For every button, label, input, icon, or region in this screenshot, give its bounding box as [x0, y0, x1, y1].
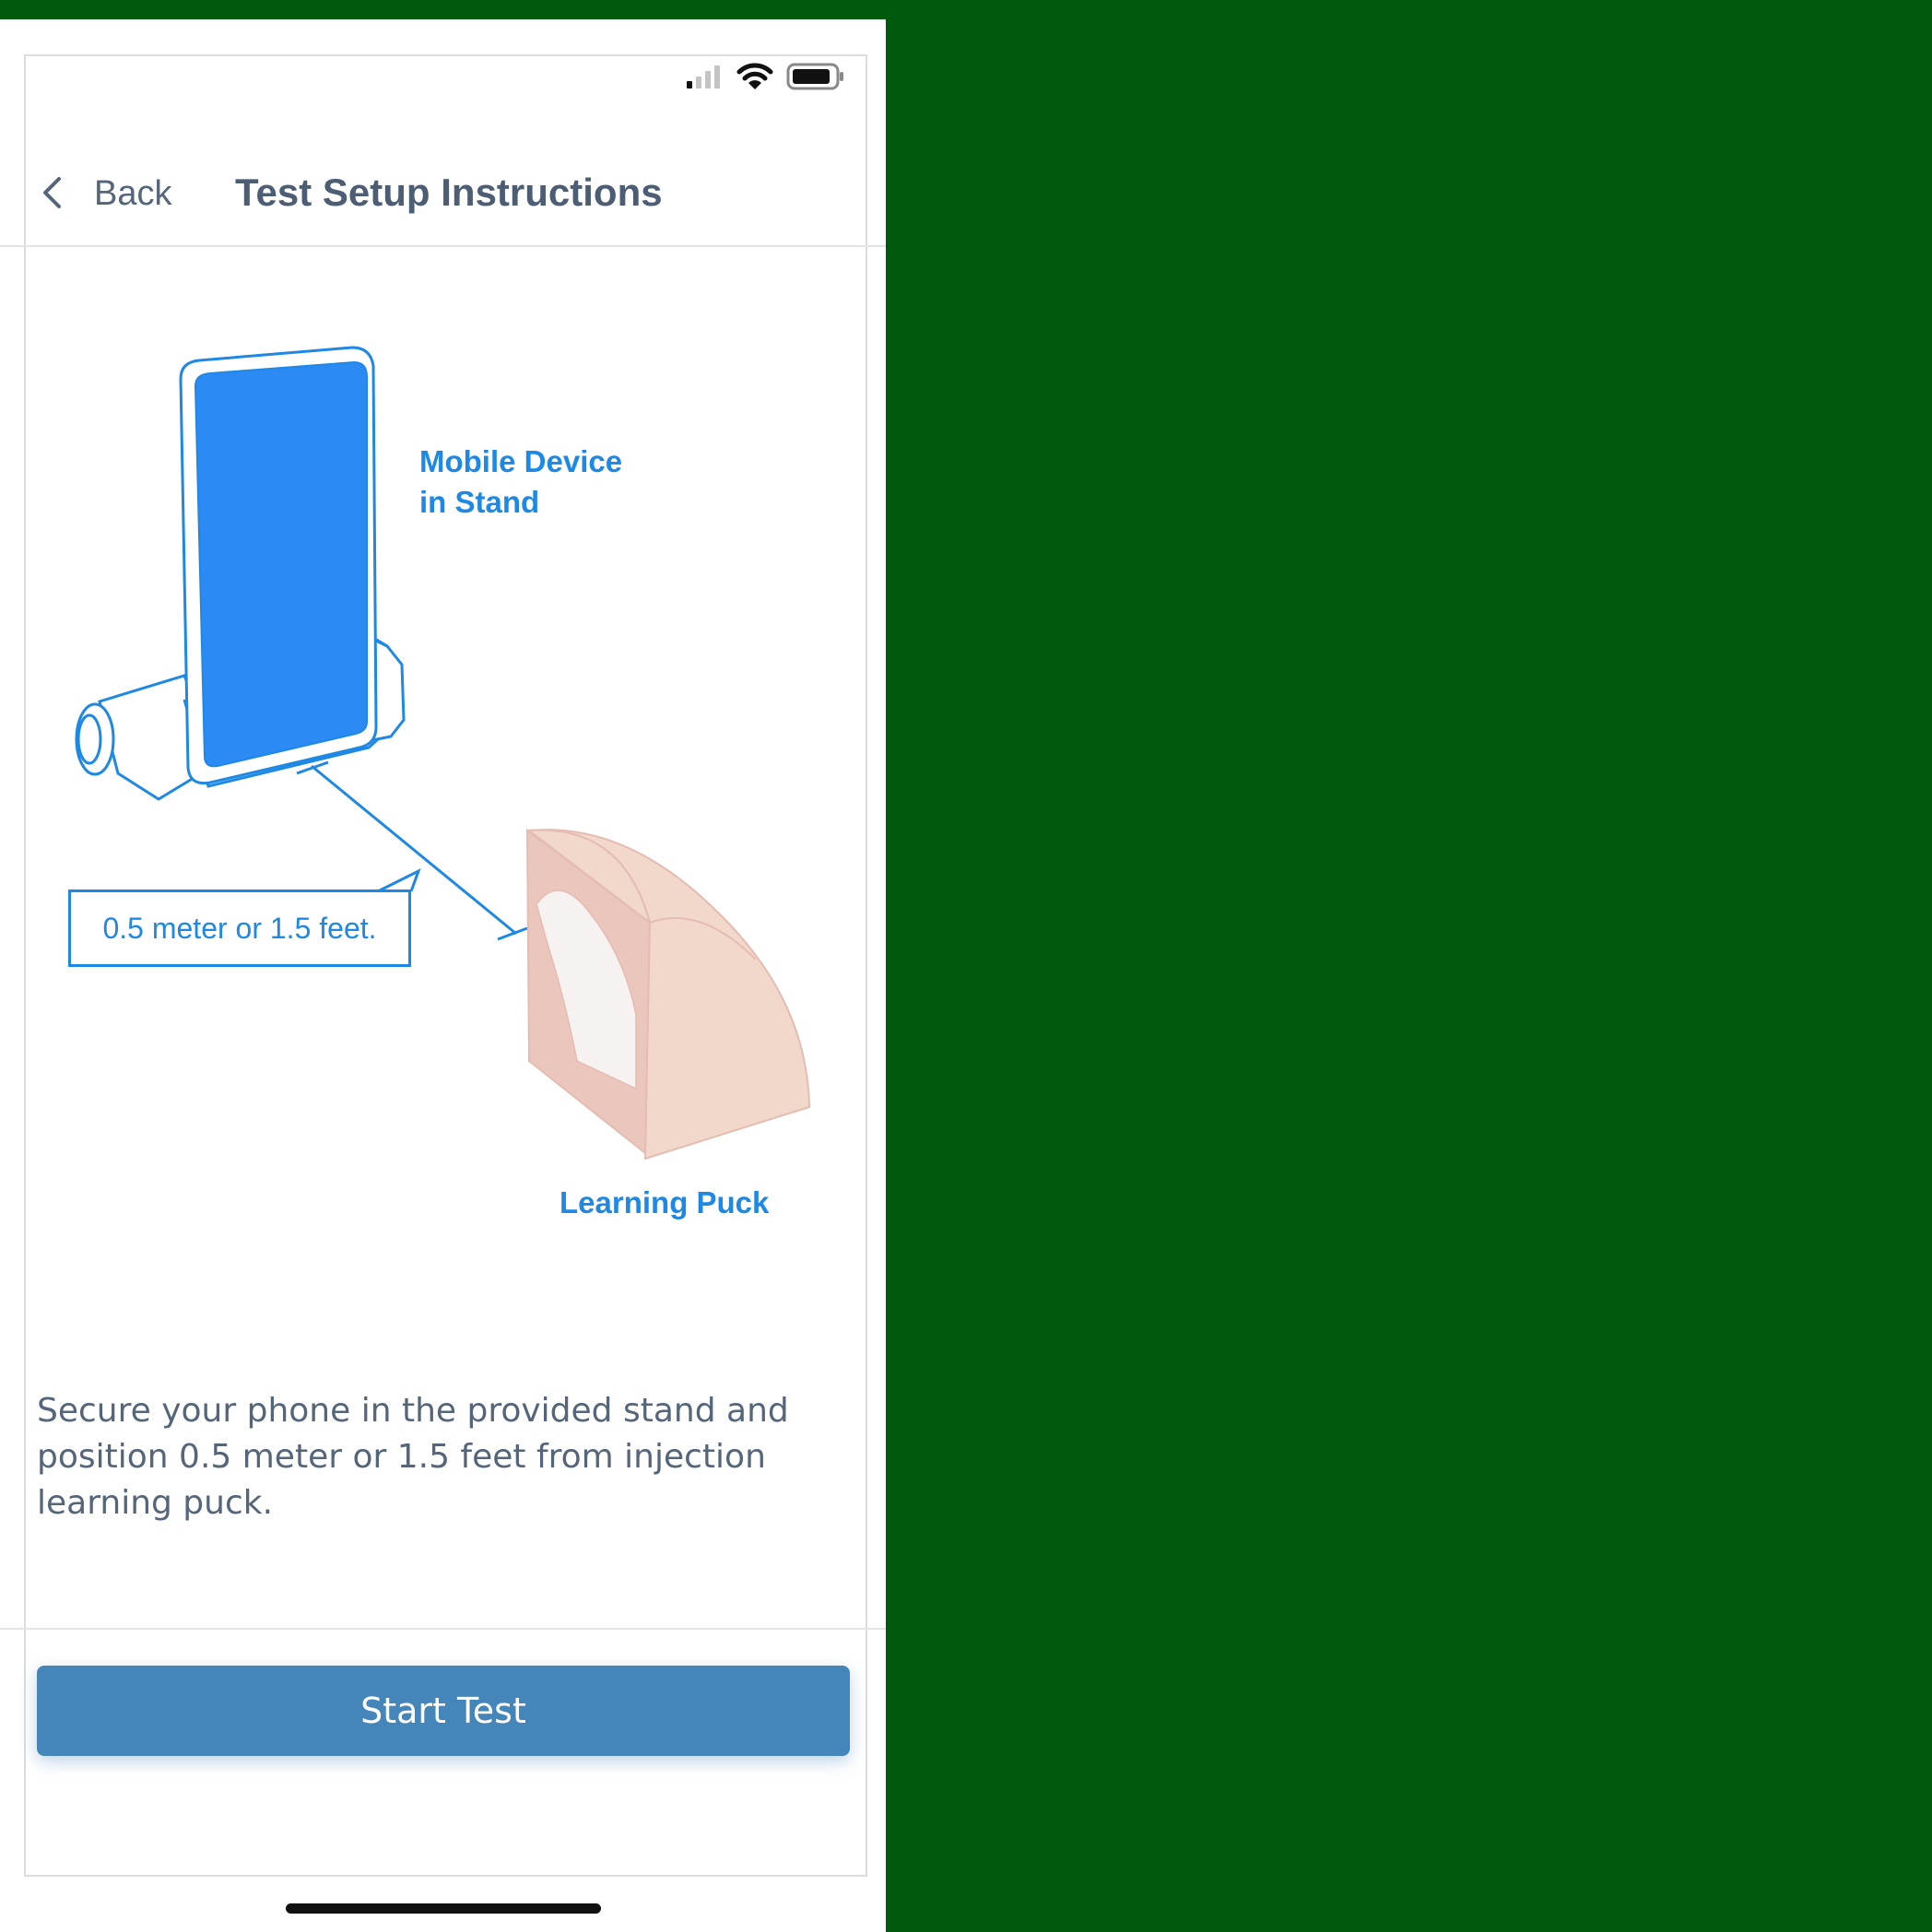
- phone-screen: Back Test Setup Instructions Mobile Devi…: [0, 19, 886, 1932]
- setup-illustration: Mobile Device in Stand 0.5 meter or 1.5 …: [0, 19, 886, 1310]
- home-indicator[interactable]: [286, 1903, 601, 1914]
- device-label-line1: Mobile Device: [419, 444, 623, 478]
- divider: [0, 1628, 886, 1630]
- puck-label: Learning Puck: [560, 1185, 770, 1219]
- callout-pointer: [377, 867, 421, 893]
- device-label-line2: in Stand: [419, 485, 540, 519]
- instruction-text: Secure your phone in the provided stand …: [37, 1392, 789, 1522]
- mobile-device-icon: [179, 346, 378, 785]
- start-test-button[interactable]: Start Test: [37, 1666, 850, 1756]
- setup-diagram: [75, 346, 811, 1160]
- learning-puck-icon: [525, 828, 811, 1160]
- distance-callout: 0.5 meter or 1.5 feet.: [68, 889, 411, 967]
- device-label: Mobile Device in Stand: [419, 442, 622, 523]
